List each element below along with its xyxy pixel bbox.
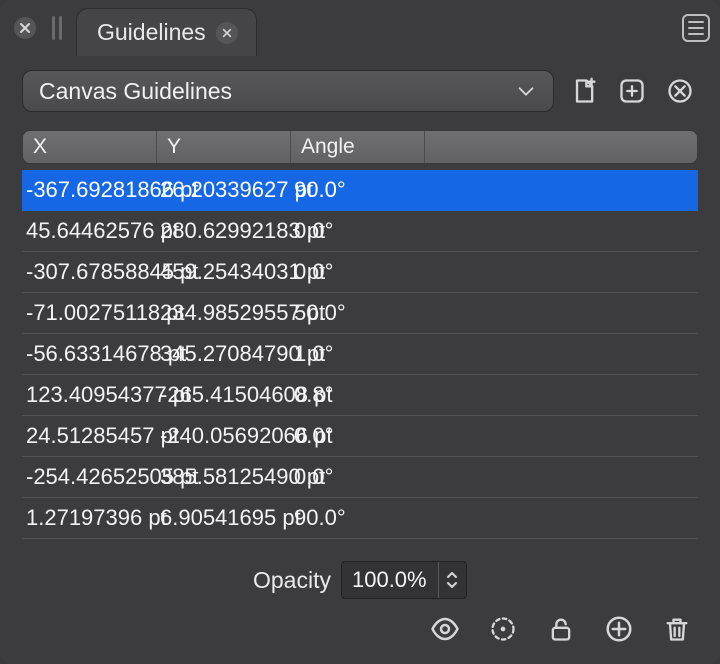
cell-angle: 0.0° xyxy=(290,464,424,490)
cell-y: -265.41504608 pt xyxy=(156,382,290,408)
close-icon xyxy=(222,28,232,38)
cell-y: -240.05692066 pt xyxy=(156,423,290,449)
cell-angle: 50.0° xyxy=(290,300,424,326)
delete-guideline-button[interactable] xyxy=(660,612,694,646)
chevron-down-icon xyxy=(446,581,458,589)
guidelines-table: X Y Angle -367.69281866 pt26.20339627 pt… xyxy=(22,130,698,539)
add-set-button[interactable] xyxy=(614,73,650,109)
table-row[interactable]: -71.00275118 pt234.98529557 pt50.0° xyxy=(22,293,698,334)
guideline-set-dropdown[interactable]: Canvas Guidelines xyxy=(22,70,554,112)
cell-y: 26.20339627 pt xyxy=(156,177,290,203)
cell-angle: 90.0° xyxy=(290,505,424,531)
table-row[interactable]: 123.40954377 pt-265.41504608 pt0.8° xyxy=(22,375,698,416)
cell-angle: 0.0° xyxy=(290,423,424,449)
column-header-x[interactable]: X xyxy=(23,131,157,163)
cell-y: 280.62992183 pt xyxy=(156,218,290,244)
opacity-stepper[interactable] xyxy=(438,562,466,598)
add-guideline-button[interactable] xyxy=(602,612,636,646)
eye-icon xyxy=(430,614,460,644)
table-row[interactable]: 24.51285457 pt-240.05692066 pt0.0° xyxy=(22,416,698,457)
table-header: X Y Angle xyxy=(22,130,698,164)
cell-angle: 0.8° xyxy=(290,382,424,408)
cell-x: 123.40954377 pt xyxy=(22,382,156,408)
opacity-field[interactable]: 100.0% xyxy=(341,561,467,599)
window-close-button[interactable] xyxy=(14,17,36,39)
plus-square-icon xyxy=(618,77,646,105)
cell-x: 24.51285457 pt xyxy=(22,423,156,449)
snap-button[interactable] xyxy=(486,612,520,646)
table-row[interactable]: -307.67858845 pt459.25434031 pt0.0° xyxy=(22,252,698,293)
cell-x: -56.63314678 pt xyxy=(22,341,156,367)
new-file-button[interactable] xyxy=(566,73,602,109)
close-icon xyxy=(19,22,31,34)
cell-angle: 0.0° xyxy=(290,259,424,285)
table-row[interactable]: -367.69281866 pt26.20339627 pt90.0° xyxy=(22,170,698,211)
cell-angle: 90.0° xyxy=(290,177,424,203)
chevron-down-icon xyxy=(515,80,537,102)
drag-handle[interactable] xyxy=(52,16,62,40)
cell-x: -307.67858845 pt xyxy=(22,259,156,285)
dropdown-selected-label: Canvas Guidelines xyxy=(39,78,515,105)
cell-x: -254.42652505 pt xyxy=(22,464,156,490)
page-plus-icon xyxy=(570,77,598,105)
cell-y: 385.58125490 pt xyxy=(156,464,290,490)
trash-icon xyxy=(663,614,691,644)
chevron-up-icon xyxy=(446,571,458,579)
table-row[interactable]: -254.42652505 pt385.58125490 pt0.0° xyxy=(22,457,698,498)
cell-x: 45.64462576 pt xyxy=(22,218,156,244)
table-row[interactable]: 1.27197396 pt6.90541695 pt90.0° xyxy=(22,498,698,539)
column-header-y[interactable]: Y xyxy=(157,131,291,163)
panel-menu-button[interactable] xyxy=(682,14,710,42)
cell-angle: 0.0° xyxy=(290,218,424,244)
cell-y: 459.25434031 pt xyxy=(156,259,290,285)
table-row[interactable]: 45.64462576 pt280.62992183 pt0.0° xyxy=(22,211,698,252)
tab-label: Guidelines xyxy=(97,19,206,46)
x-circle-icon xyxy=(666,77,694,105)
tab-guidelines[interactable]: Guidelines xyxy=(76,8,257,56)
visibility-button[interactable] xyxy=(428,612,462,646)
cell-x: -71.00275118 pt xyxy=(22,300,156,326)
column-header-spacer xyxy=(425,131,697,163)
cell-x: -367.69281866 pt xyxy=(22,177,156,203)
opacity-value: 100.0% xyxy=(342,567,438,593)
lock-button[interactable] xyxy=(544,612,578,646)
opacity-label: Opacity xyxy=(253,567,331,594)
plus-circle-icon xyxy=(604,614,634,644)
target-dashed-icon xyxy=(489,615,517,643)
cell-y: 6.90541695 pt xyxy=(156,505,290,531)
table-row[interactable]: -56.63314678 pt345.27084790 pt1.0° xyxy=(22,334,698,375)
cell-x: 1.27197396 pt xyxy=(22,505,156,531)
cell-y: 345.27084790 pt xyxy=(156,341,290,367)
unlock-icon xyxy=(547,615,575,643)
delete-set-button[interactable] xyxy=(662,73,698,109)
cell-angle: 1.0° xyxy=(290,341,424,367)
tab-close-button[interactable] xyxy=(216,22,238,44)
column-header-angle[interactable]: Angle xyxy=(291,131,425,163)
cell-y: 234.98529557 pt xyxy=(156,300,290,326)
